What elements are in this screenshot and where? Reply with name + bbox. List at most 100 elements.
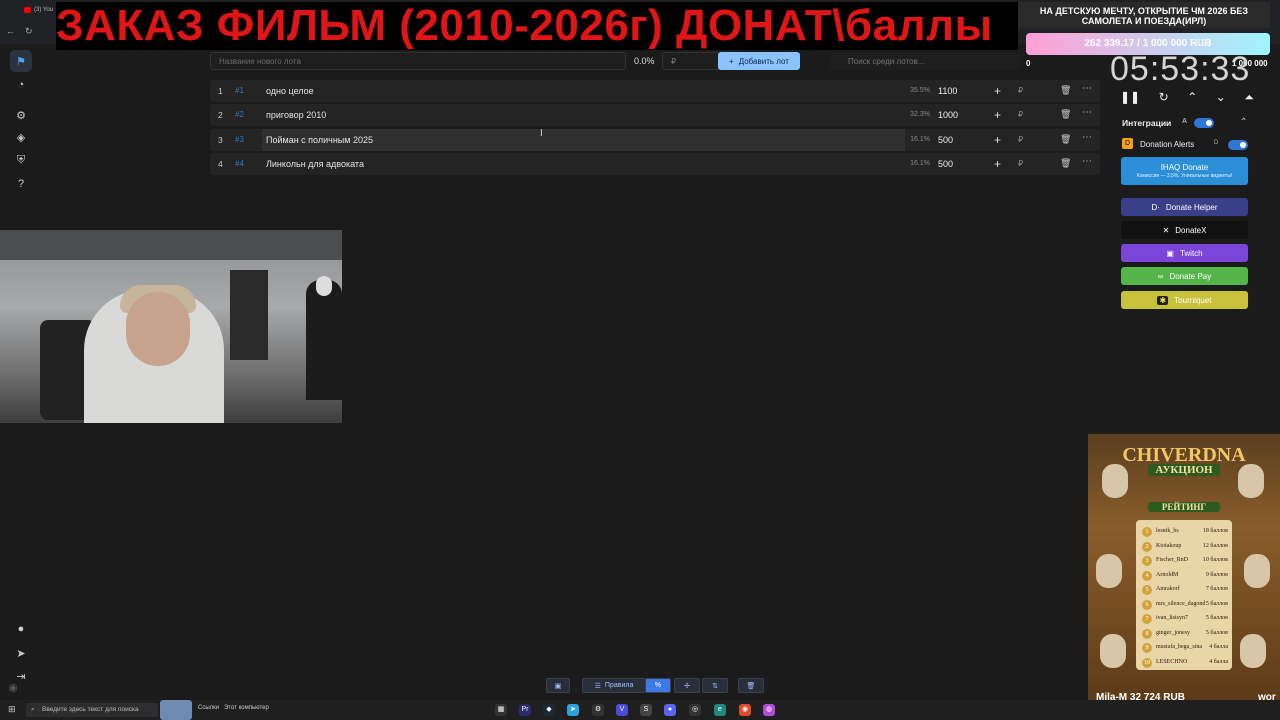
tourniquet-button[interactable]: ✱ Tourniquet: [1121, 291, 1248, 309]
chevron-up-icon[interactable]: ⌃: [1240, 116, 1247, 127]
new-lot-name-input[interactable]: [210, 52, 626, 70]
lot-name[interactable]: одно целое: [262, 80, 905, 102]
donate-helper-button[interactable]: D· Donate Helper: [1121, 198, 1248, 216]
taskbar-this-pc[interactable]: Этот компьютер: [224, 705, 269, 711]
trash-icon[interactable]: 🗑: [1060, 85, 1071, 96]
lot-amount[interactable]: 1000: [938, 110, 958, 120]
trash-icon[interactable]: 🗑: [1060, 134, 1071, 145]
bunny-figure: [1240, 634, 1266, 668]
rank: 8: [1142, 628, 1152, 639]
rating-score: 7 баллов: [1205, 586, 1228, 592]
more-icon[interactable]: ⋯: [1082, 132, 1092, 143]
lot-amount[interactable]: 500: [938, 159, 953, 169]
lot-index: 2: [218, 110, 223, 121]
telegram-icon[interactable]: ➤: [567, 704, 579, 716]
twitch-button[interactable]: ▣ Twitch: [1121, 244, 1248, 262]
back-icon[interactable]: ←: [6, 26, 15, 37]
browser-tab[interactable]: (3) You: [24, 4, 53, 16]
lot-id: #2: [235, 110, 244, 120]
obs-icon[interactable]: ◎: [689, 704, 701, 716]
lot-index: 1: [218, 86, 223, 96]
add-amount-icon[interactable]: +: [994, 108, 1001, 122]
browser-tab-label: (3) You: [34, 7, 54, 13]
chrome-icon[interactable]: ◉: [739, 704, 751, 716]
chevron-up-icon[interactable]: ⌃: [1187, 90, 1197, 106]
lot-name[interactable]: приговор 2010: [262, 104, 905, 126]
new-lot-amount-input[interactable]: [662, 52, 720, 70]
telegram-icon[interactable]: ➤: [10, 642, 32, 664]
settings-icon[interactable]: ⚙: [592, 704, 604, 716]
taskbar-search[interactable]: ⌕ Введите здесь текст для поиска: [26, 703, 158, 717]
chevron-down-icon[interactable]: ⌄: [1216, 90, 1226, 106]
wheel-icon[interactable]: ◔: [10, 74, 32, 96]
bunny-figure: [1100, 634, 1126, 668]
discord-icon[interactable]: ●: [664, 704, 676, 716]
more-icon[interactable]: ⋯: [1082, 83, 1092, 94]
steam-icon[interactable]: ◆: [543, 704, 555, 716]
add-lot-label: Добавить лот: [738, 56, 789, 66]
premiere-icon[interactable]: Pr: [519, 704, 531, 716]
add-amount-icon[interactable]: +: [994, 133, 1001, 147]
eye-icon[interactable]: ◉: [2, 676, 24, 698]
lot-amount[interactable]: 500: [938, 135, 953, 145]
currency-icon: ₽: [1018, 158, 1024, 168]
list-icon: ☰: [594, 682, 601, 690]
lot-row: 1 #1 одно целое 35.5% 1100 + ₽ 🗑 ⋯: [210, 80, 1100, 102]
vpn-icon[interactable]: V: [616, 704, 628, 716]
donatex-icon: ✕: [1162, 225, 1170, 235]
github-icon[interactable]: ●: [10, 618, 32, 640]
add-amount-icon[interactable]: +: [994, 84, 1001, 98]
help-icon[interactable]: ?: [10, 173, 32, 195]
tourniquet-icon: ✱: [1157, 295, 1169, 305]
rating-score: 9 баллов: [1205, 571, 1228, 578]
shield-icon[interactable]: ⛨: [10, 149, 32, 171]
rank: 10: [1142, 657, 1152, 668]
percent-icon[interactable]: %: [645, 678, 671, 693]
webcam-feed: [0, 230, 342, 423]
lot-amount[interactable]: 1100: [938, 86, 957, 96]
taskbar-links[interactable]: Ссылки: [198, 705, 219, 711]
webcam-face: [126, 292, 190, 366]
ihaq-donate-button[interactable]: IHAQ Donate Комиссия — 3,5%. Уникальные …: [1121, 157, 1248, 185]
trash-icon[interactable]: 🗑: [1060, 158, 1071, 169]
browser-icon[interactable]: ◍: [763, 704, 775, 716]
sort-icon[interactable]: ⇅: [702, 678, 728, 693]
pause-icon[interactable]: ❚❚: [1120, 90, 1140, 106]
goal-banner: НА ДЕТСКУЮ МЕЧТУ, ОТКРЫТИЕ ЧМ 2026 БЕЗ С…: [1018, 2, 1270, 28]
news-widget-icon[interactable]: [160, 700, 192, 720]
reset-icon[interactable]: ↻: [1159, 90, 1169, 106]
file-explorer-icon[interactable]: ▦: [495, 704, 507, 716]
gear-icon[interactable]: ⚙: [10, 104, 32, 126]
integrations-header: Интеграции A ⌃: [1116, 116, 1254, 130]
double-chevron-up-icon[interactable]: ⏶: [1244, 90, 1254, 106]
lot-name[interactable]: Линкольн для адвоката: [262, 153, 905, 175]
more-icon[interactable]: ⋯: [1082, 107, 1092, 118]
rating-name: lesnik_bs: [1156, 528, 1179, 534]
text-cursor-icon: I: [540, 128, 543, 139]
bunny-figure: [1102, 464, 1128, 498]
auction-icon[interactable]: ⚑: [10, 50, 32, 72]
rules-button[interactable]: ☰ Правила: [582, 678, 646, 693]
bunny-figure: [1238, 464, 1264, 498]
layers-icon[interactable]: ◈: [10, 126, 32, 148]
add-lot-button[interactable]: + Добавить лот: [718, 52, 800, 70]
save-icon[interactable]: ▣: [546, 678, 570, 693]
donatex-button[interactable]: ✕ DonateX: [1121, 221, 1248, 239]
windows-start-icon[interactable]: ⊞: [8, 704, 16, 715]
add-amount-icon[interactable]: +: [994, 157, 1001, 171]
donate-pay-button[interactable]: ∞ Donate Pay: [1121, 267, 1248, 285]
shuffle-icon[interactable]: ✢: [674, 678, 700, 693]
reload-icon[interactable]: ↻: [25, 26, 33, 37]
trash-icon[interactable]: 🗑: [1060, 109, 1071, 120]
lot-name[interactable]: Пойман с поличным 2025: [262, 128, 905, 151]
youtube-icon: [24, 7, 31, 13]
integrations-toggle[interactable]: [1194, 118, 1214, 128]
delete-all-icon[interactable]: 🗑: [738, 678, 764, 693]
donation-alerts-toggle[interactable]: [1228, 140, 1248, 150]
app-icon[interactable]: S: [640, 704, 652, 716]
edge-icon[interactable]: e: [714, 704, 726, 716]
lot-percent: 32.3%: [910, 111, 930, 119]
currency-icon: ₽: [1018, 134, 1024, 144]
lot-search-input[interactable]: [830, 52, 1020, 70]
more-icon[interactable]: ⋯: [1082, 156, 1092, 167]
